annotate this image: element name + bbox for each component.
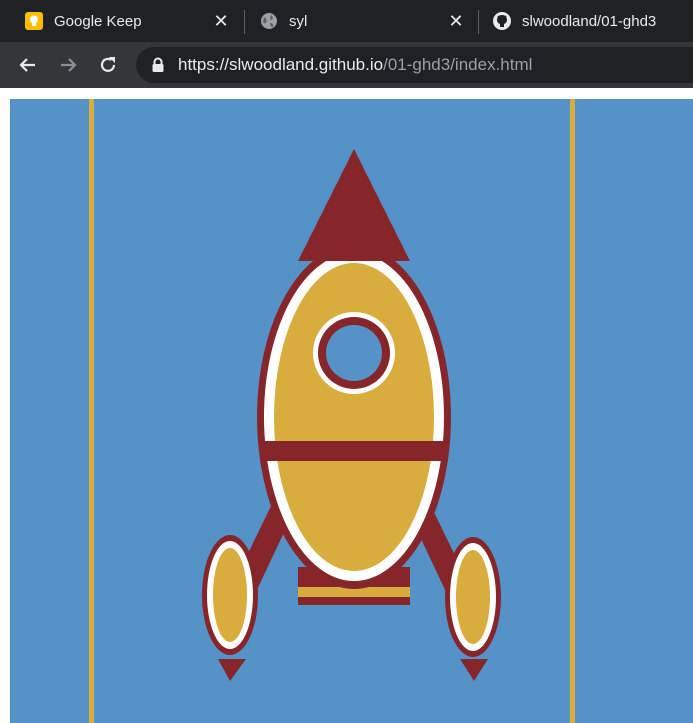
globe-icon [259,11,279,31]
tab-google-keep[interactable]: Google Keep ✕ [0,0,240,42]
reload-icon [100,57,116,72]
hull-band [260,441,448,461]
url-host: https://slwoodland.github.io [178,55,384,74]
right-gold-stripe [570,99,575,723]
rocket-illustration [10,99,693,723]
close-tab-icon[interactable]: ✕ [210,10,232,32]
url-text: https://slwoodland.github.io/01-ghd3/ind… [178,55,532,75]
forward-button[interactable] [55,52,81,78]
hull-body [274,263,434,571]
lock-icon [152,57,164,72]
left-gold-stripe [89,99,94,723]
tab-title: syl [289,12,308,30]
tab-strip: Google Keep ✕ syl ✕ slwoodland/01-ghd3 [0,0,693,42]
tab-title: slwoodland/01-ghd3 [522,12,657,30]
left-booster-body [213,548,247,642]
tab-slwoodland[interactable]: slwoodland/01-ghd3 [468,0,693,42]
window-glass [326,325,382,381]
right-booster-body [456,550,490,644]
rocket-canvas [10,99,693,723]
back-button[interactable] [15,52,41,78]
github-icon [492,11,512,31]
address-bar[interactable]: https://slwoodland.github.io/01-ghd3/ind… [136,47,693,83]
google-keep-icon [24,11,44,31]
tab-syl[interactable]: syl ✕ [235,0,475,42]
url-path: /01-ghd3/index.html [383,55,533,74]
tab-title: Google Keep [54,12,142,30]
toolbar: https://slwoodland.github.io/01-ghd3/ind… [0,42,693,88]
close-tab-icon[interactable]: ✕ [445,10,467,32]
page-content [0,88,693,723]
arrow-right-icon [61,58,77,72]
reload-button[interactable] [95,52,121,78]
arrow-left-icon [19,58,35,72]
